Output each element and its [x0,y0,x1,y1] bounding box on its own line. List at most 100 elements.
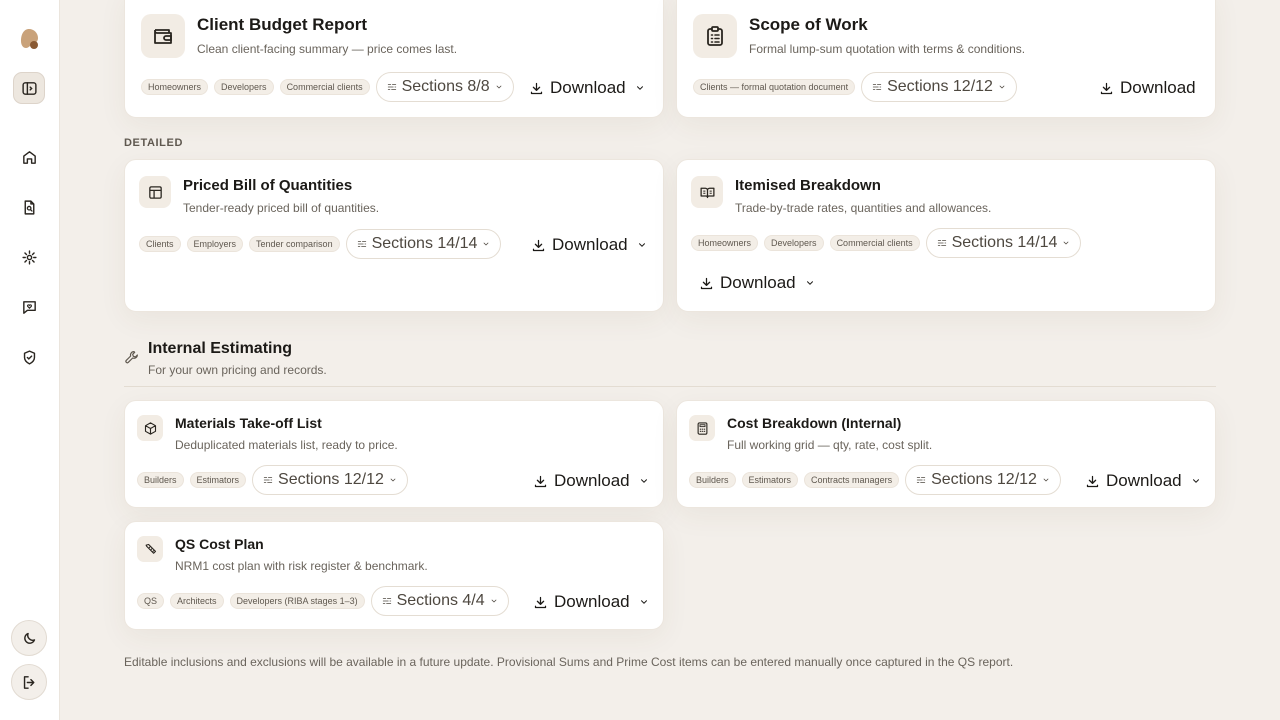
chat-heart-icon [22,300,36,314]
sections-dropdown[interactable]: Sections 8/8 [375,72,514,102]
download-button[interactable]: Download [1085,471,1201,491]
card-title: QS Cost Plan [175,536,264,552]
audience-tag: Commercial clients [829,235,920,251]
calculator-icon [697,421,707,435]
report-card-cost-breakdown: Cost Breakdown (Internal) Full working g… [676,400,1216,508]
card-title: Itemised Breakdown [735,177,881,194]
card-title: Cost Breakdown (Internal) [727,415,902,431]
download-label: Download [550,78,626,97]
sections-dropdown[interactable]: Sections 14/14 [925,228,1082,258]
table-icon [148,185,162,199]
detailed-section-label: DETAILED [124,137,183,149]
audience-tag: Builders [137,472,184,488]
download-icon [533,474,548,489]
report-card-itemised-breakdown: Itemised Breakdown Trade-by-trade rates,… [676,159,1216,312]
report-card-materials-takeoff: Materials Take-off List Deduplicated mat… [124,400,664,508]
sliders-icon [382,596,392,606]
card-description: Formal lump-sum quotation with terms & c… [749,42,1026,56]
download-label: Download [554,592,630,611]
chevron-down-icon [1062,239,1070,247]
toggle-sidebar-button[interactable] [13,72,45,104]
download-label: Download [554,471,630,490]
wrench-icon [125,351,138,364]
home-icon [22,150,36,164]
sections-label: Sections 12/12 [887,78,993,95]
download-button[interactable]: Download [699,273,815,293]
sidebar [0,0,60,720]
chevron-down-icon [1191,476,1201,486]
sections-dropdown[interactable]: Sections 12/12 [861,72,1017,102]
sections-label: Sections 4/4 [396,592,485,609]
section-title: Internal Estimating [148,340,293,357]
wallet-icon [154,29,172,44]
sections-dropdown[interactable]: Sections 12/12 [905,465,1061,495]
audience-tag: Clients [139,236,181,252]
sidebar-item-feedback[interactable] [13,291,45,323]
download-label: Download [1106,471,1182,490]
audience-tag: Developers [214,79,274,95]
sliders-icon [387,82,397,92]
shield-check-icon [23,349,35,365]
download-icon [699,276,714,291]
download-button[interactable]: Download [529,78,645,98]
sections-label: Sections 14/14 [371,235,478,252]
audience-tag: Homeowners [141,79,209,95]
chevron-down-icon [389,476,397,484]
brand-logo[interactable] [19,27,41,51]
download-icon [529,81,544,96]
chevron-down-icon [482,240,490,248]
chevron-down-icon [639,476,649,486]
main-content: Client Budget Report Clean client-facing… [60,0,1280,720]
ruler-pencil-icon [145,543,156,554]
download-icon [533,595,548,610]
chevron-down-icon [639,597,649,607]
footnote: Editable inclusions and exclusions will … [124,655,1014,669]
report-card-qs-cost-plan: QS Cost Plan NRM1 cost plan with risk re… [124,521,664,630]
audience-tag: Homeowners [691,235,759,251]
book-open-icon [699,187,715,198]
audience-tag: Architects [170,593,224,609]
sidebar-item-settings[interactable] [13,241,45,273]
sliders-icon [357,239,367,249]
sidebar-item-security[interactable] [13,341,45,373]
download-button[interactable]: Download [1099,78,1196,98]
sections-dropdown[interactable]: Sections 12/12 [252,465,408,495]
sidebar-item-home[interactable] [13,141,45,173]
logout-button[interactable] [11,664,47,700]
download-icon [1085,474,1100,489]
sections-dropdown[interactable]: Sections 4/4 [370,586,509,616]
card-description: Clean client-facing summary — price come… [197,42,458,56]
sliders-icon [263,475,273,485]
download-icon [531,238,546,253]
divider [124,386,1216,387]
sliders-icon [937,238,947,248]
chevron-down-icon [495,83,503,91]
card-title: Scope of Work [749,15,868,34]
sections-label: Sections 12/12 [278,471,384,488]
section-subtitle: For your own pricing and records. [148,363,327,377]
card-description: Deduplicated materials list, ready to pr… [175,438,398,452]
download-button[interactable]: Download [531,235,647,255]
theme-toggle-button[interactable] [11,620,47,656]
card-title: Materials Take-off List [175,415,322,431]
sections-label: Sections 8/8 [401,78,490,95]
sections-dropdown[interactable]: Sections 14/14 [345,229,502,259]
audience-tag: Developers [764,235,824,251]
download-label: Download [720,273,796,292]
internal-estimating-header: Internal Estimating For your own pricing… [124,340,327,377]
download-label: Download [552,235,628,254]
download-button[interactable]: Download [533,592,649,612]
chevron-down-icon [637,240,647,250]
sidebar-item-reports[interactable] [13,191,45,223]
audience-tag: Estimators [189,472,247,488]
chevron-down-icon [635,83,645,93]
chevron-down-icon [805,278,815,288]
download-icon [1099,81,1114,96]
card-description: Tender-ready priced bill of quantities. [183,201,380,215]
audience-tag: QS [137,593,165,609]
sliders-icon [916,475,926,485]
download-button[interactable]: Download [533,471,649,491]
chevron-down-icon [998,83,1006,91]
audience-tag: Contracts managers [804,472,900,488]
chevron-down-icon [490,597,498,605]
